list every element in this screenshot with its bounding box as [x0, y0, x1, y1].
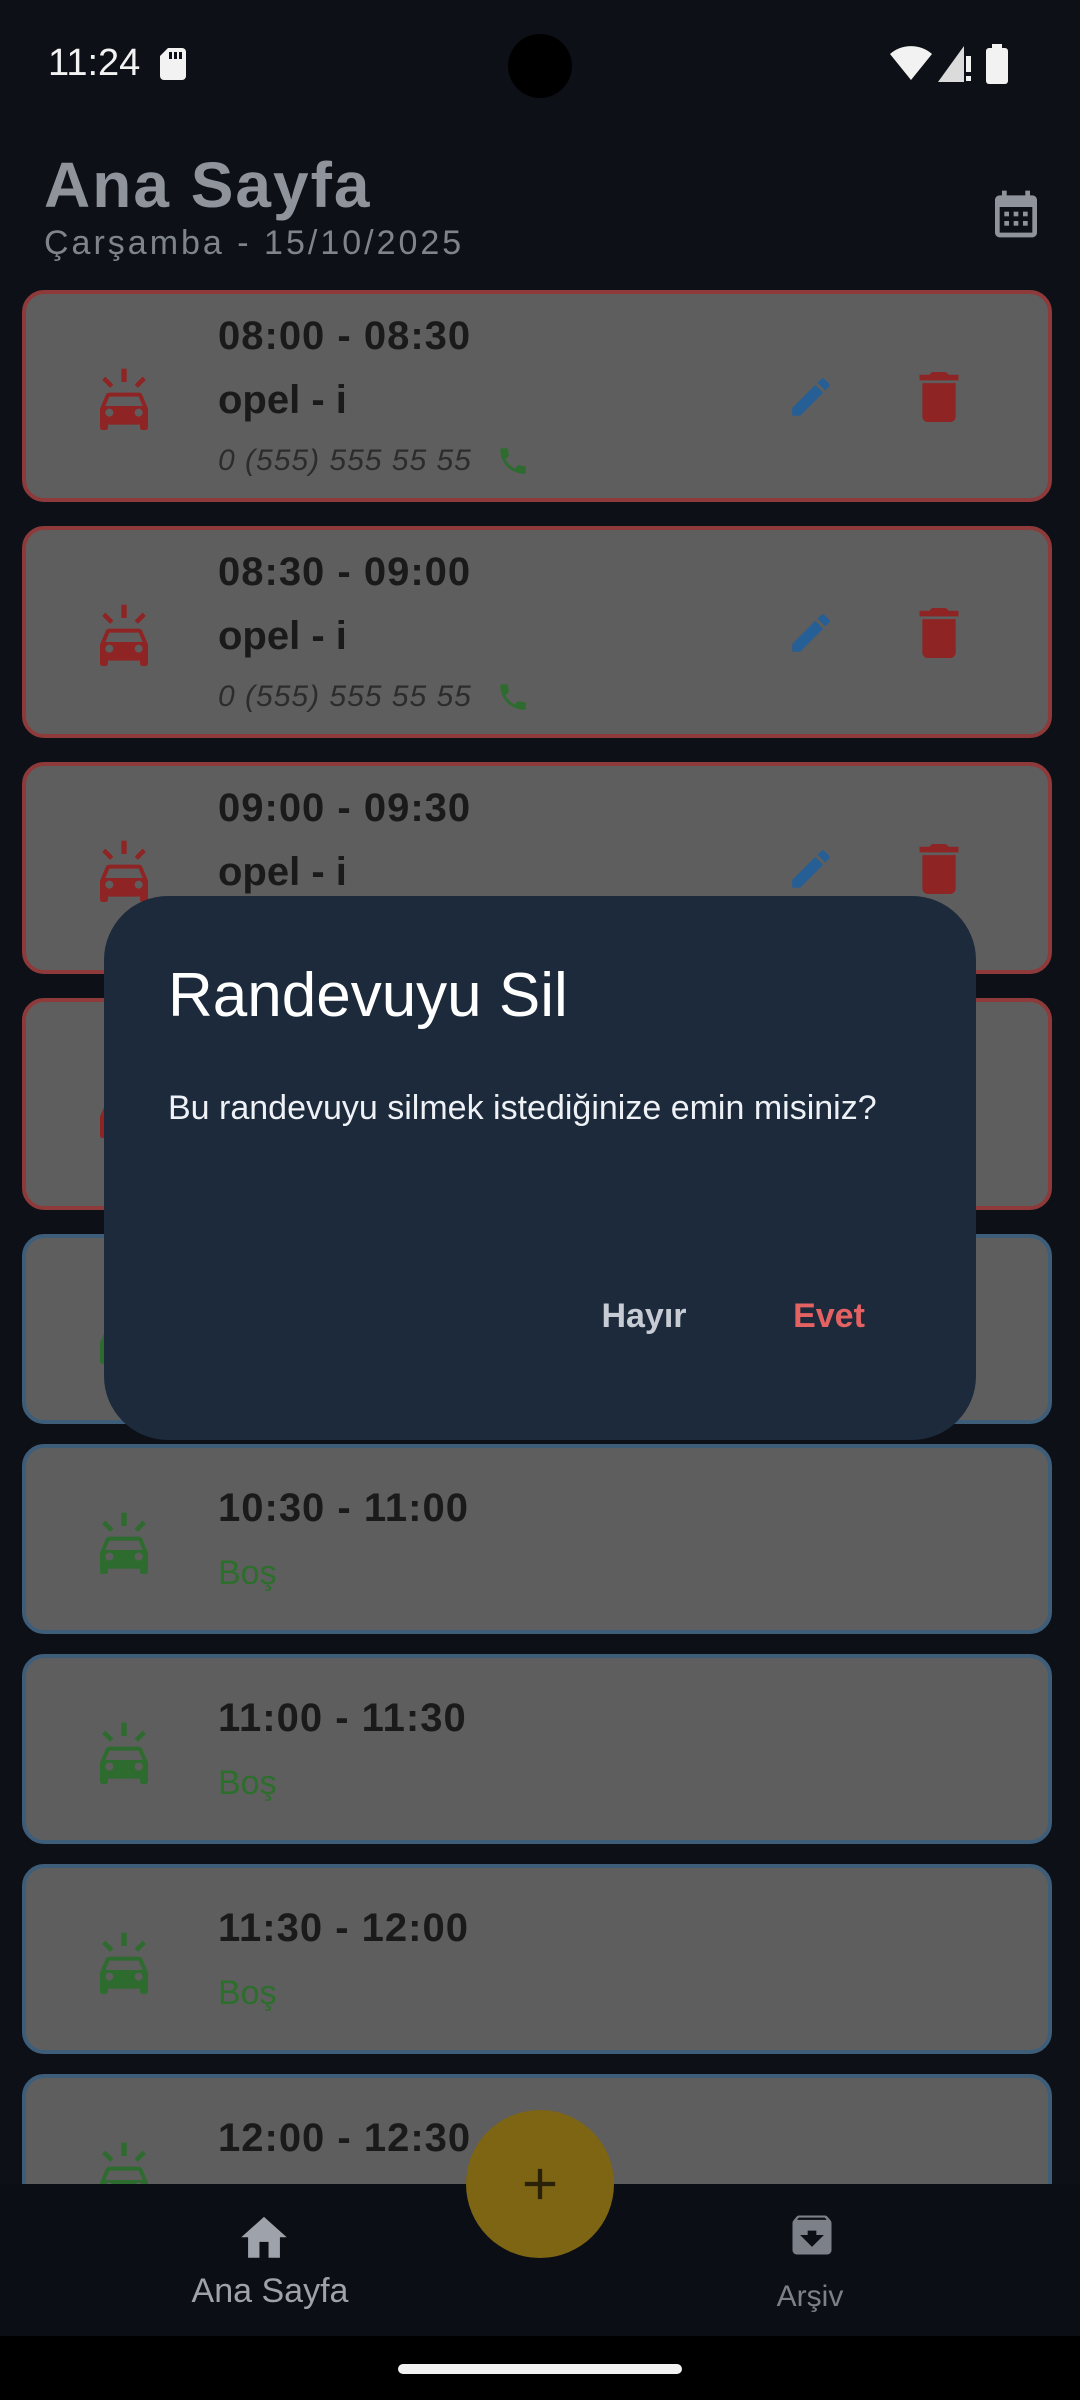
yes-button[interactable]: Evet [764, 1286, 894, 1346]
dialog-message: Bu randevuyu silmek istediğinize emin mi… [168, 1089, 877, 1127]
dialog-title: Randevuyu Sil [168, 961, 568, 1030]
delete-confirm-dialog: Randevuyu Sil Bu randevuyu silmek istedi… [104, 896, 976, 1440]
no-button[interactable]: Hayır [574, 1286, 714, 1346]
